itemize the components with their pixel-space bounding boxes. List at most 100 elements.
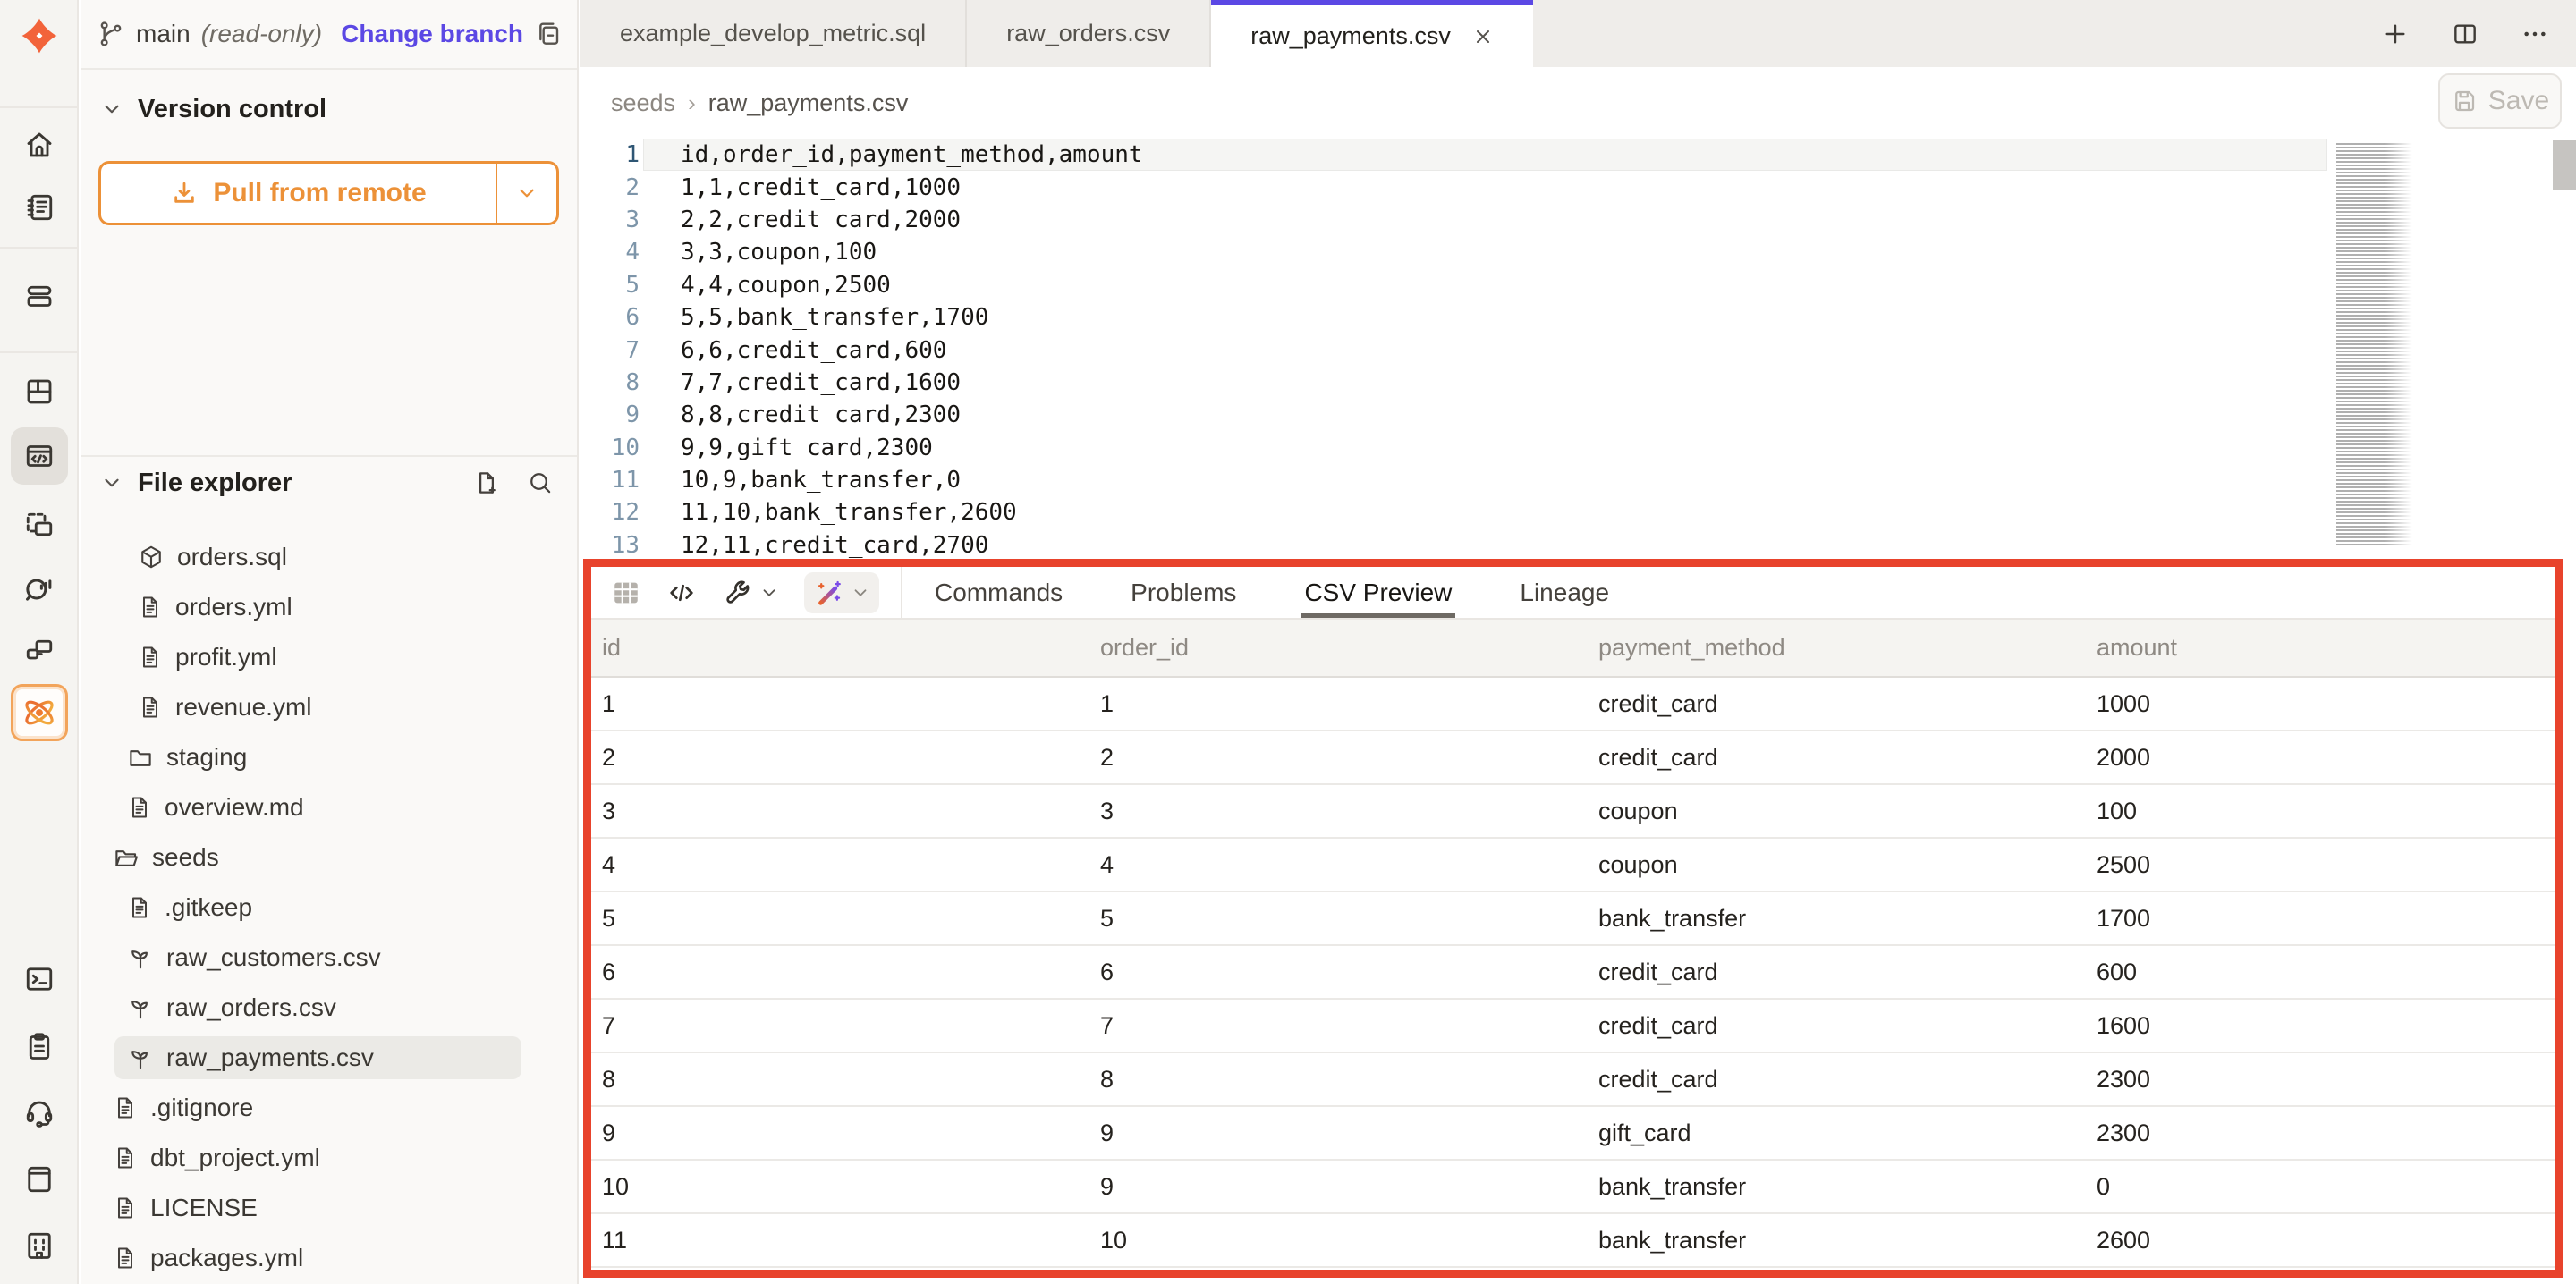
dbt-logo-icon[interactable] bbox=[19, 15, 60, 56]
code-line[interactable]: 65,5,bank_transfer,1700 bbox=[580, 301, 2576, 334]
cell: 7 bbox=[602, 1012, 1100, 1040]
table-row[interactable]: 109bank_transfer0 bbox=[591, 1161, 2555, 1214]
panel-tab-commands[interactable]: Commands bbox=[935, 567, 1063, 618]
building-icon[interactable] bbox=[23, 1229, 55, 1262]
clipboard-icon[interactable] bbox=[23, 1030, 55, 1062]
table-row[interactable]: 22credit_card2000 bbox=[591, 731, 2555, 785]
line-number: 3 bbox=[580, 207, 640, 233]
file-explorer-header[interactable]: File explorer bbox=[80, 458, 577, 508]
cell: 3 bbox=[1100, 798, 1598, 825]
code-line[interactable]: 87,7,credit_card,1600 bbox=[580, 367, 2576, 399]
code-line[interactable]: 76,6,credit_card,600 bbox=[580, 334, 2576, 366]
cell: 10 bbox=[602, 1173, 1100, 1201]
atom-ai-icon[interactable] bbox=[11, 684, 68, 741]
line-text: 9,9,gift_card,2300 bbox=[640, 435, 933, 461]
table-row[interactable]: 99gift_card2300 bbox=[591, 1107, 2555, 1161]
code-tags-icon[interactable] bbox=[666, 578, 697, 608]
file-item-overview-md[interactable]: overview.md bbox=[80, 782, 577, 832]
code-line[interactable]: 109,9,gift_card,2300 bbox=[580, 432, 2576, 464]
code-line[interactable]: 1110,9,bank_transfer,0 bbox=[580, 464, 2576, 496]
copy-icon[interactable] bbox=[534, 20, 563, 48]
tab-example-develop-metric-sql[interactable]: example_develop_metric.sql bbox=[580, 0, 967, 67]
code-line[interactable]: 43,3,coupon,100 bbox=[580, 236, 2576, 268]
code-line[interactable]: 1312,11,credit_card,2700 bbox=[580, 529, 2576, 562]
editor-scrollbar-thumb[interactable] bbox=[2553, 140, 2576, 190]
build-tools-dropdown[interactable] bbox=[722, 578, 779, 608]
query-explorer-icon[interactable] bbox=[22, 572, 56, 606]
code-line[interactable]: 98,8,credit_card,2300 bbox=[580, 399, 2576, 431]
table-row[interactable]: 88credit_card2300 bbox=[591, 1053, 2555, 1107]
file-item-packages-yml[interactable]: packages.yml bbox=[80, 1233, 577, 1283]
file-item-profit-yml[interactable]: profit.yml bbox=[80, 632, 577, 682]
column-header-id[interactable]: id bbox=[602, 634, 1100, 662]
chevron-down-icon bbox=[515, 182, 538, 205]
terminal-icon[interactable] bbox=[23, 963, 55, 995]
search-icon[interactable] bbox=[527, 469, 554, 496]
split-view-icon[interactable] bbox=[2451, 20, 2479, 48]
file-item-orders-sql[interactable]: orders.sql bbox=[80, 532, 577, 582]
file-item-raw-payments-csv[interactable]: raw_payments.csv bbox=[80, 1033, 577, 1083]
panel-tab-lineage[interactable]: Lineage bbox=[1520, 567, 1609, 618]
column-header-amount[interactable]: amount bbox=[2097, 634, 2555, 662]
table-row[interactable]: 66credit_card600 bbox=[591, 946, 2555, 1000]
tab-raw-orders-csv[interactable]: raw_orders.csv bbox=[967, 0, 1211, 67]
new-tab-icon[interactable] bbox=[2381, 20, 2410, 48]
breadcrumb-folder[interactable]: seeds bbox=[611, 89, 675, 117]
cell: coupon bbox=[1598, 851, 2097, 879]
file-item-raw-orders-csv[interactable]: raw_orders.csv bbox=[80, 983, 577, 1033]
pull-from-remote-button[interactable]: Pull from remote bbox=[98, 161, 559, 225]
file-item-orders-yml[interactable]: orders.yml bbox=[80, 582, 577, 632]
file-item-gitignore[interactable]: .gitignore bbox=[80, 1083, 577, 1133]
dashboard-icon[interactable] bbox=[23, 376, 55, 408]
code-line[interactable]: 1211,10,bank_transfer,2600 bbox=[580, 496, 2576, 528]
code-line[interactable]: 21,1,credit_card,1000 bbox=[580, 171, 2576, 203]
file-item-raw-customers-csv[interactable]: raw_customers.csv bbox=[80, 933, 577, 983]
home-icon[interactable] bbox=[23, 129, 55, 161]
nav-rail bbox=[0, 0, 79, 1284]
csv-preview-table: id order_id payment_method amount 11cred… bbox=[591, 620, 2555, 1270]
table-row[interactable]: 33coupon100 bbox=[591, 785, 2555, 839]
table-row[interactable]: 44coupon2500 bbox=[591, 839, 2555, 892]
frame-select-icon[interactable] bbox=[23, 510, 55, 542]
panel-tab-csv-preview[interactable]: CSV Preview bbox=[1304, 567, 1452, 618]
table-grid-icon[interactable] bbox=[611, 578, 641, 608]
pull-from-remote-main[interactable]: Pull from remote bbox=[101, 164, 497, 223]
table-row[interactable]: 55bank_transfer1700 bbox=[591, 892, 2555, 946]
save-button[interactable]: Save bbox=[2438, 73, 2562, 129]
stack-icon[interactable] bbox=[23, 280, 55, 312]
file-item-dbt-project-yml[interactable]: dbt_project.yml bbox=[80, 1133, 577, 1183]
folder-item-staging[interactable]: staging bbox=[80, 732, 577, 782]
tab-raw-payments-csv[interactable]: raw_payments.csv bbox=[1211, 0, 1533, 67]
panel-tab-problems[interactable]: Problems bbox=[1131, 567, 1236, 618]
headset-icon[interactable] bbox=[23, 1096, 55, 1128]
new-file-icon[interactable] bbox=[473, 469, 500, 496]
notebook-icon[interactable] bbox=[23, 191, 55, 224]
code-line[interactable]: 54,4,coupon,2500 bbox=[580, 269, 2576, 301]
table-row[interactable]: 11credit_card1000 bbox=[591, 678, 2555, 731]
file-item-revenue-yml[interactable]: revenue.yml bbox=[80, 682, 577, 732]
cell: 10 bbox=[1100, 1227, 1598, 1254]
column-header-payment-method[interactable]: payment_method bbox=[1598, 634, 2097, 662]
code-editor-nav-icon[interactable] bbox=[11, 427, 68, 485]
file-item-gitkeep[interactable]: .gitkeep bbox=[80, 883, 577, 933]
code-line[interactable]: 32,2,credit_card,2000 bbox=[580, 204, 2576, 236]
more-menu-icon[interactable] bbox=[2521, 20, 2549, 48]
column-header-order-id[interactable]: order_id bbox=[1100, 634, 1598, 662]
close-icon[interactable] bbox=[1472, 26, 1494, 47]
table-row[interactable]: 77credit_card1600 bbox=[591, 1000, 2555, 1053]
file-item-license[interactable]: LICENSE bbox=[80, 1183, 577, 1233]
windows-icon[interactable] bbox=[23, 634, 55, 666]
editor-minimap[interactable] bbox=[2336, 143, 2415, 547]
change-branch-link[interactable]: Change branch bbox=[341, 20, 523, 48]
code-editor[interactable]: 1id,order_id,payment_method,amount 21,1,… bbox=[580, 139, 2576, 559]
pull-options-caret[interactable] bbox=[497, 164, 556, 223]
book-icon[interactable] bbox=[23, 1163, 55, 1195]
bottom-panel-annotated: Commands Problems CSV Preview Lineage id… bbox=[583, 559, 2563, 1278]
folder-item-seeds[interactable]: seeds bbox=[80, 832, 577, 883]
version-control-header[interactable]: Version control bbox=[80, 77, 577, 141]
cell: 1 bbox=[602, 690, 1100, 718]
table-row[interactable]: 1110bank_transfer2600 bbox=[591, 1214, 2555, 1268]
file-explorer-title: File explorer bbox=[138, 469, 292, 498]
code-line[interactable]: 1id,order_id,payment_method,amount bbox=[580, 139, 2576, 171]
ai-wand-dropdown[interactable] bbox=[804, 572, 879, 613]
